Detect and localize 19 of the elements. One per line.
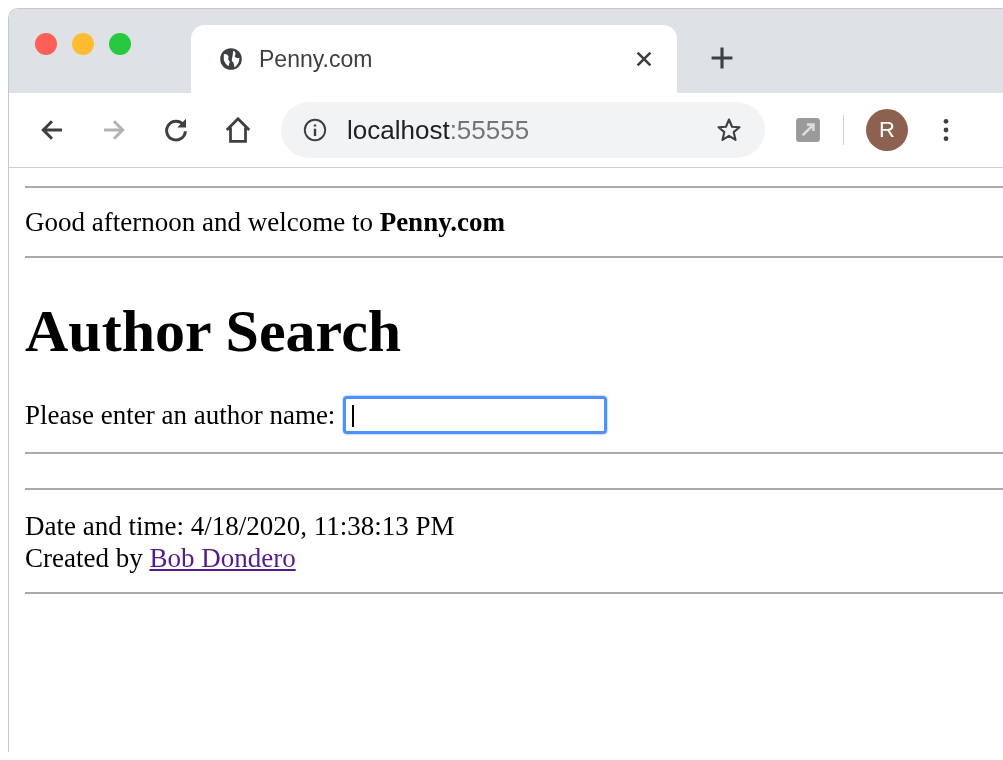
- star-icon[interactable]: [715, 116, 743, 144]
- browser-tab[interactable]: Penny.com: [191, 25, 677, 93]
- address-bar[interactable]: localhost:55555: [281, 102, 765, 158]
- author-name-label: Please enter an author name:: [25, 399, 336, 431]
- welcome-message: Good afternoon and welcome to Penny.com: [25, 206, 506, 239]
- author-link[interactable]: Bob Dondero: [149, 543, 296, 573]
- url-text: localhost:55555: [347, 114, 531, 146]
- author-name-field[interactable]: [343, 396, 608, 434]
- info-icon: [303, 118, 327, 142]
- extension-icon[interactable]: [795, 117, 821, 143]
- new-tab-icon[interactable]: [709, 45, 735, 71]
- profile-avatar[interactable]: R: [866, 109, 908, 151]
- page-heading: Author Search: [25, 297, 403, 366]
- close-icon[interactable]: [635, 50, 653, 68]
- globe-icon: [219, 47, 243, 71]
- menu-icon[interactable]: [942, 117, 950, 143]
- home-icon[interactable]: [223, 115, 253, 145]
- date-time-text: Date and time: 4/18/2020, 11:38:13 PM: [25, 510, 456, 542]
- created-by-text: Created by Bob Dondero: [25, 542, 297, 575]
